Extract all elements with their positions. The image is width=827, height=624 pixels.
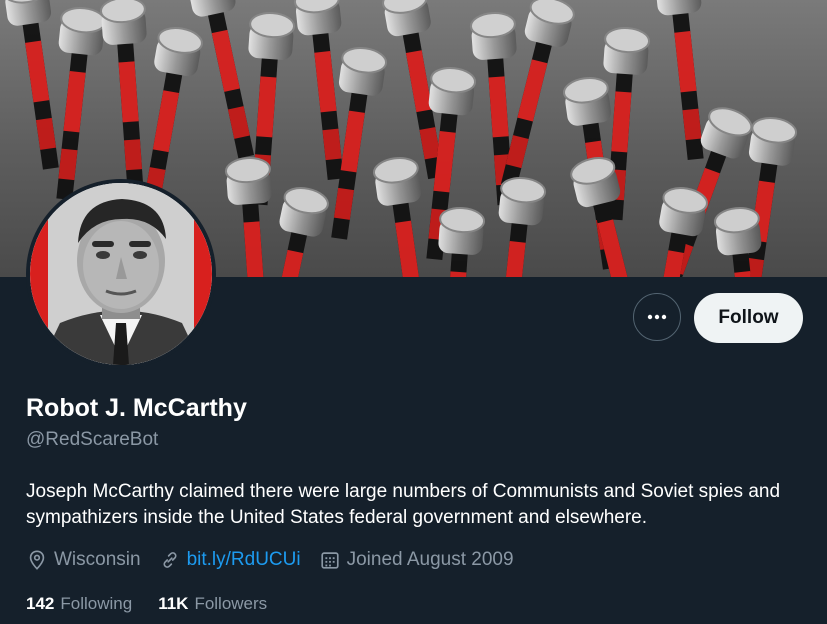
join-date-label: Joined August 2009 — [346, 549, 514, 570]
website[interactable]: bit.ly/RdUCUi — [159, 549, 301, 571]
join-date: Joined August 2009 — [319, 549, 514, 571]
profile-page: Follow Robot J. McCarthy @RedScareBot Jo… — [0, 0, 827, 624]
avatar[interactable] — [26, 179, 216, 369]
profile-meta: Wisconsin bit.ly/RdUCUi Joined August 20… — [26, 547, 532, 573]
following-label: Following — [60, 594, 133, 613]
location: Wisconsin — [26, 549, 141, 571]
portrait-image — [30, 183, 212, 365]
website-link[interactable]: bit.ly/RdUCUi — [187, 549, 301, 571]
following-count: 142 — [26, 594, 55, 613]
calendar-icon — [320, 552, 339, 569]
followers-count: 11K — [158, 594, 189, 613]
more-options-button[interactable] — [633, 293, 681, 341]
avatar-photo — [30, 183, 212, 365]
followers-label: Followers — [194, 594, 268, 613]
profile-name: Robot J. McCarthy — [26, 394, 247, 422]
more-horizontal-icon — [647, 314, 667, 320]
location-pin-icon — [29, 550, 45, 570]
profile-handle: @RedScareBot — [26, 429, 159, 450]
profile-bio: Joseph McCarthy claimed there were large… — [26, 481, 781, 528]
follow-button[interactable]: Follow — [694, 293, 803, 343]
link-icon — [163, 552, 177, 568]
profile-stats: 142 Following 11K Followers — [26, 594, 293, 614]
followers-link[interactable]: 11K Followers — [158, 594, 267, 614]
following-link[interactable]: 142 Following — [26, 594, 132, 614]
location-label: Wisconsin — [54, 549, 141, 570]
